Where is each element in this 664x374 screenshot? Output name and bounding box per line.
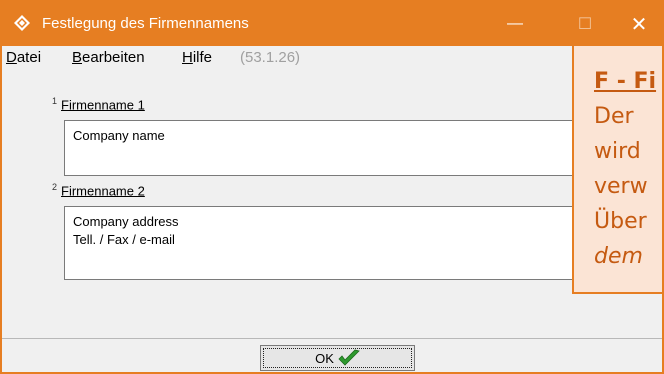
field-label-text-1: Firmenname 1 [61, 97, 145, 113]
window-title: Festlegung des Firmennamens [42, 15, 249, 32]
menu-hilfe-accelerator: H [182, 49, 193, 66]
close-button[interactable]: ✕ [616, 2, 662, 46]
field-label-firmenname-2: 2 Firmenname 2 [52, 182, 145, 198]
minimize-button[interactable]: — [492, 2, 538, 46]
maximize-icon: ☐ [577, 16, 593, 33]
form-area: 1 Firmenname 1 Company name 2 Firmenname 2… [14, 70, 664, 336]
menu-datei[interactable]: Datei [6, 49, 41, 66]
callout-line-4: Über [594, 209, 647, 234]
footer-divider [2, 338, 662, 339]
dialog-window: Festlegung des Firmennamens — ☐ ✕ Datei … [0, 0, 664, 374]
close-icon: ✕ [630, 13, 648, 36]
field-index-2: 2 [52, 182, 58, 192]
menu-bearbeiten[interactable]: Bearbeiten [72, 49, 145, 66]
field-label-firmenname-1: 1 Firmenname 1 [52, 96, 145, 112]
menu-bearbeiten-label: earbeiten [82, 49, 145, 66]
help-callout: F - Fi Der wird verw Über dem [572, 44, 664, 294]
menu-hilfe-label: ilfe [192, 49, 213, 66]
callout-title: F - Fi [594, 69, 657, 94]
diamond-app-icon [14, 15, 30, 31]
callout-line-3: verw [594, 174, 648, 199]
menu-datei-accelerator: D [6, 49, 17, 66]
field-label-text-2: Firmenname 2 [61, 183, 145, 199]
ok-button[interactable]: OK [260, 345, 415, 371]
checkmark-icon [338, 349, 360, 366]
field-index-1: 1 [52, 96, 58, 106]
callout-line-2: wird [594, 139, 641, 164]
callout-line-5: dem [594, 244, 643, 269]
ok-button-label: OK [315, 350, 334, 366]
menu-datei-label: atei [16, 49, 42, 66]
maximize-button[interactable]: ☐ [562, 2, 608, 46]
callout-content: F - Fi Der wird verw Über dem [594, 64, 662, 274]
minimize-icon: — [507, 15, 523, 32]
callout-line-1: Der [594, 104, 634, 129]
version-label: (53.1.26) [240, 49, 301, 66]
menu-bearbeiten-accelerator: B [72, 49, 83, 66]
menu-bar: Datei Bearbeiten Hilfe (53.1.26) [2, 46, 662, 70]
title-bar[interactable]: Festlegung des Firmennamens — ☐ ✕ [2, 2, 662, 46]
menu-hilfe[interactable]: Hilfe [182, 49, 212, 66]
